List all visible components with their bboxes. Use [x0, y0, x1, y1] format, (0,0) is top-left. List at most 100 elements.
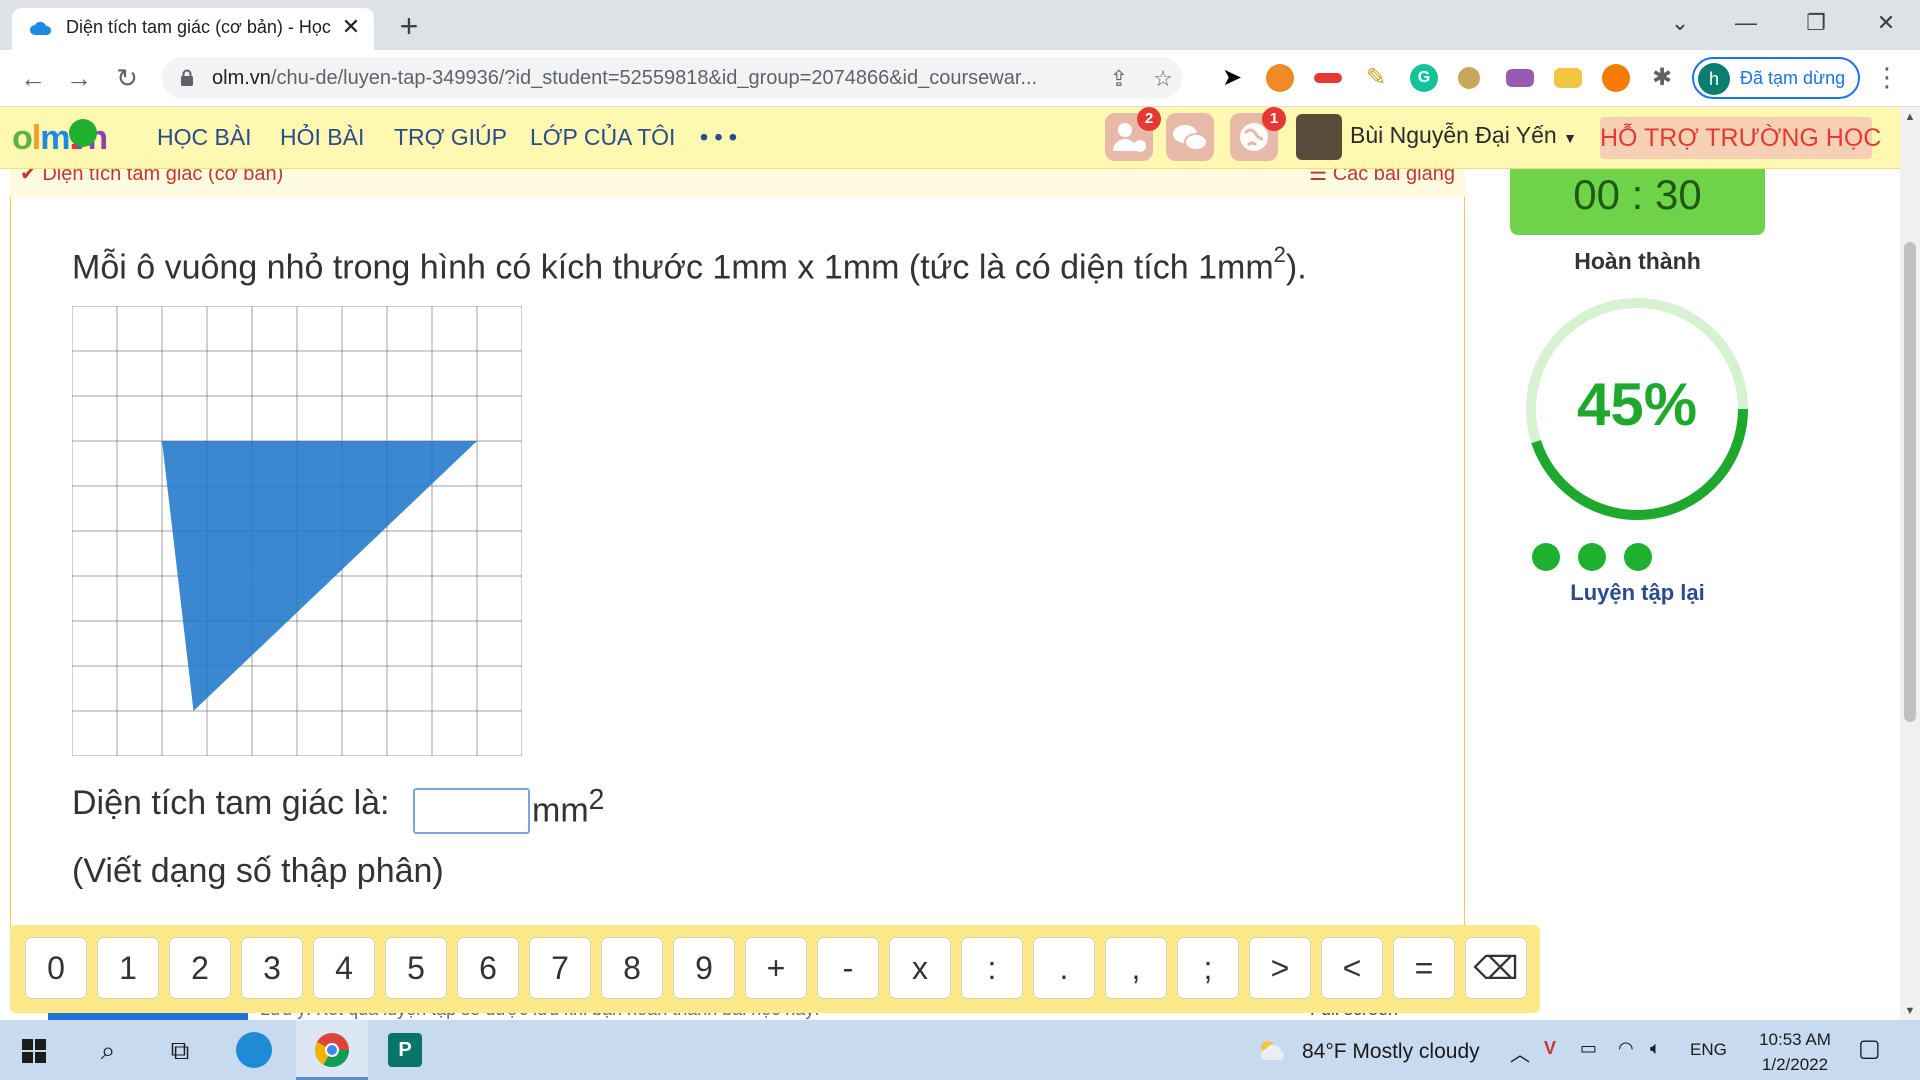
keypad-key[interactable]: 7	[529, 937, 591, 999]
browser-menu-icon[interactable]: ⋮	[1874, 64, 1900, 94]
windows-start-icon[interactable]	[22, 1039, 46, 1063]
keypad-key[interactable]: 4	[313, 937, 375, 999]
keypad-key[interactable]: :	[961, 937, 1023, 999]
orange-extension-icon[interactable]	[1602, 64, 1630, 92]
keypad-key[interactable]: 8	[601, 937, 663, 999]
new-tab-button[interactable]: +	[392, 10, 426, 44]
reload-icon[interactable]: ↻	[110, 62, 144, 96]
star-icon[interactable]: ☆	[1150, 66, 1176, 92]
menu-tro-giup[interactable]: TRỢ GIÚP	[394, 124, 507, 151]
math-keypad: 0 1 2 3 4 5 6 7 8 9 + - x:.,; > < = ⌫	[10, 925, 1540, 1013]
progress-percent: 45%	[1576, 371, 1698, 438]
answer-input[interactable]	[413, 788, 530, 834]
puzzle-icon[interactable]: ✱	[1648, 64, 1676, 92]
check-circle-icon: ✔	[20, 169, 37, 185]
browser-tab-strip: Diện tích tam giác (cơ bản) - Học ✕ + ⌄ …	[0, 0, 1920, 50]
answer-unit: mm2	[532, 784, 605, 830]
keypad-key[interactable]: 6	[457, 937, 519, 999]
keypad-key[interactable]: .	[1033, 937, 1095, 999]
vietkey-icon[interactable]: V	[1544, 1038, 1556, 1059]
attempt-dots	[1532, 543, 1692, 573]
browser-tab[interactable]: Diện tích tam giác (cơ bản) - Học ✕	[12, 8, 374, 50]
volume-icon[interactable]: 🔈︎	[1650, 1038, 1661, 1059]
grammarly-icon[interactable]: G	[1410, 64, 1438, 92]
attempt-dot	[1578, 543, 1606, 571]
url-text: olm.vn/chu-de/luyen-tap-349936/?id_stude…	[212, 67, 1038, 89]
keypad-key[interactable]: 3	[241, 937, 303, 999]
weather-text[interactable]: 84°F Mostly cloudy	[1302, 1040, 1480, 1064]
profile-status: Đã tạm dừng	[1740, 68, 1846, 88]
user-name-dropdown[interactable]: Bùi Nguyễn Đại Yến ▼	[1350, 122, 1577, 149]
avatar[interactable]	[1296, 114, 1342, 160]
tab-search-icon[interactable]: ⌄	[1650, 6, 1710, 40]
pencil-extension-icon[interactable]: ✎	[1362, 64, 1390, 92]
tab-title: Diện tích tam giác (cơ bản) - Học	[66, 17, 331, 37]
taskbar-clock[interactable]: 10:53 AM 1/2/2022	[1740, 1027, 1850, 1077]
restore-button[interactable]: ❐	[1786, 6, 1846, 40]
language-indicator[interactable]: ENG	[1690, 1040, 1727, 1060]
timer: 00 : 30	[1510, 169, 1765, 235]
keypad-key[interactable]: =	[1393, 937, 1455, 999]
backspace-key[interactable]: ⌫	[1465, 937, 1527, 999]
scroll-thumb[interactable]	[1904, 242, 1916, 722]
scroll-down-icon[interactable]: ▼	[1900, 1003, 1920, 1019]
keypad-key[interactable]: -	[817, 937, 879, 999]
keypad-key[interactable]: 2	[169, 937, 231, 999]
menu-hoi-bai[interactable]: HỎI BÀI	[280, 124, 364, 151]
task-view-icon[interactable]: ⧉	[160, 1030, 200, 1070]
olm-logo[interactable]: olm.vn	[12, 119, 108, 158]
keypad-key[interactable]: ;	[1177, 937, 1239, 999]
keypad-key[interactable]: ,	[1105, 937, 1167, 999]
school-support-button[interactable]: HỖ TRỢ TRƯỜNG HỌC	[1600, 117, 1881, 159]
menu-hoc-bai[interactable]: HỌC BÀI	[157, 124, 252, 151]
cat-extension-icon[interactable]	[1554, 68, 1582, 88]
keypad-key[interactable]: >	[1249, 937, 1311, 999]
chat-bubbles-icon	[1173, 125, 1208, 151]
window-close-button[interactable]: ✕	[1856, 6, 1916, 40]
tray-chevron-icon[interactable]: ︿	[1510, 1038, 1530, 1067]
lesson-breadcrumb[interactable]: ✔ Diện tích tam giác (cơ bản)	[20, 169, 283, 186]
page-scrollbar[interactable]: ▲ ▼	[1900, 107, 1920, 1020]
scroll-up-icon[interactable]: ▲	[1900, 109, 1920, 125]
messages-icon[interactable]	[1166, 113, 1214, 161]
battery-icon[interactable]: ▭	[1580, 1038, 1597, 1059]
browser-toolbar: ← → ↻ olm.vn/chu-de/luyen-tap-349936/?id…	[0, 50, 1920, 107]
share-icon[interactable]: ⇪	[1106, 66, 1132, 92]
globe-notification-icon[interactable]: 1	[1230, 107, 1286, 161]
wifi-icon[interactable]: ◠	[1618, 1038, 1634, 1059]
search-icon[interactable]: ⌕	[88, 1030, 128, 1070]
minimize-button[interactable]: —	[1716, 6, 1776, 40]
edge-icon[interactable]	[236, 1032, 272, 1068]
keypad-key[interactable]: 5	[385, 937, 447, 999]
list-icon: ☰	[1309, 169, 1328, 185]
red-extension-icon[interactable]	[1314, 73, 1342, 83]
menu-lop-cua-toi[interactable]: LỚP CỦA TÔI	[530, 124, 675, 151]
answer-label: Diện tích tam giác là:	[72, 784, 390, 822]
keypad-key[interactable]: <	[1321, 937, 1383, 999]
tiger-extension-icon[interactable]	[1266, 64, 1294, 92]
forward-icon[interactable]: →	[62, 62, 96, 96]
cursor-extension-icon[interactable]: ➤	[1218, 64, 1246, 92]
lessons-list-link[interactable]: ☰ Các bài giảng	[1309, 169, 1455, 186]
close-icon[interactable]: ✕	[338, 14, 364, 40]
leaf-extension-icon[interactable]	[1458, 67, 1480, 89]
more-menu-icon[interactable]: • • •	[700, 124, 737, 151]
notification-icon[interactable]: ▢	[1858, 1034, 1881, 1063]
friend-request-badge: 2	[1137, 107, 1161, 131]
keypad-key[interactable]: x	[889, 937, 951, 999]
bus-extension-icon[interactable]	[1506, 69, 1534, 87]
chrome-icon	[315, 1033, 349, 1067]
keypad-key[interactable]: 1	[97, 937, 159, 999]
keypad-key[interactable]: 9	[673, 937, 735, 999]
back-icon[interactable]: ←	[16, 62, 50, 96]
profile-avatar: h	[1698, 63, 1730, 95]
friend-request-icon[interactable]: 2	[1105, 107, 1161, 161]
completion-label: Hoàn thành	[1574, 248, 1701, 274]
retry-link[interactable]: Luyện tập lại	[1510, 580, 1765, 606]
address-bar[interactable]: olm.vn/chu-de/luyen-tap-349936/?id_stude…	[162, 57, 1182, 99]
chrome-taskbar-item[interactable]	[296, 1020, 368, 1080]
keypad-key[interactable]: +	[745, 937, 807, 999]
profile-button[interactable]: h Đã tạm dừng	[1692, 57, 1860, 99]
keypad-key[interactable]: 0	[25, 937, 87, 999]
publisher-icon[interactable]: P	[388, 1033, 422, 1067]
